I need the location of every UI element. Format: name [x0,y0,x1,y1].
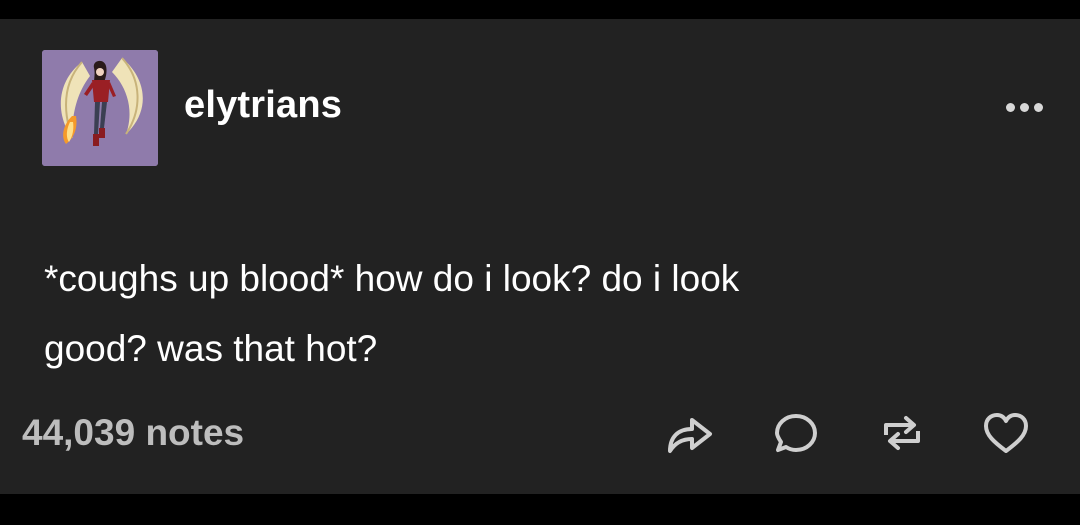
more-horizontal-icon-dot [1033,102,1043,112]
post-username[interactable]: elytrians [184,81,342,129]
more-horizontal-icon-dot [1019,102,1029,112]
post-body-line: *coughs up blood* how do i look? do i lo… [44,258,740,299]
tumblr-post: elytrians *coughs up blood* how do i loo… [0,19,1080,494]
notes-count[interactable]: 44,039 notes [22,409,244,457]
heart-icon [984,413,1028,453]
screenshot-frame: elytrians *coughs up blood* how do i loo… [0,0,1080,525]
share-icon [668,418,712,453]
more-horizontal-icon [1005,102,1015,112]
reply-button[interactable] [770,407,822,459]
more-options-button[interactable] [996,89,1052,125]
like-button[interactable] [980,407,1032,459]
avatar-image [42,50,158,166]
reply-icon [775,414,817,452]
post-body: *coughs up blood* how do i look? do i lo… [44,244,1004,384]
avatar[interactable] [42,50,158,166]
post-body-line: good? was that hot? [44,328,378,369]
share-button[interactable] [664,407,716,459]
reblog-button[interactable] [876,407,928,459]
reblog-icon [884,416,920,450]
